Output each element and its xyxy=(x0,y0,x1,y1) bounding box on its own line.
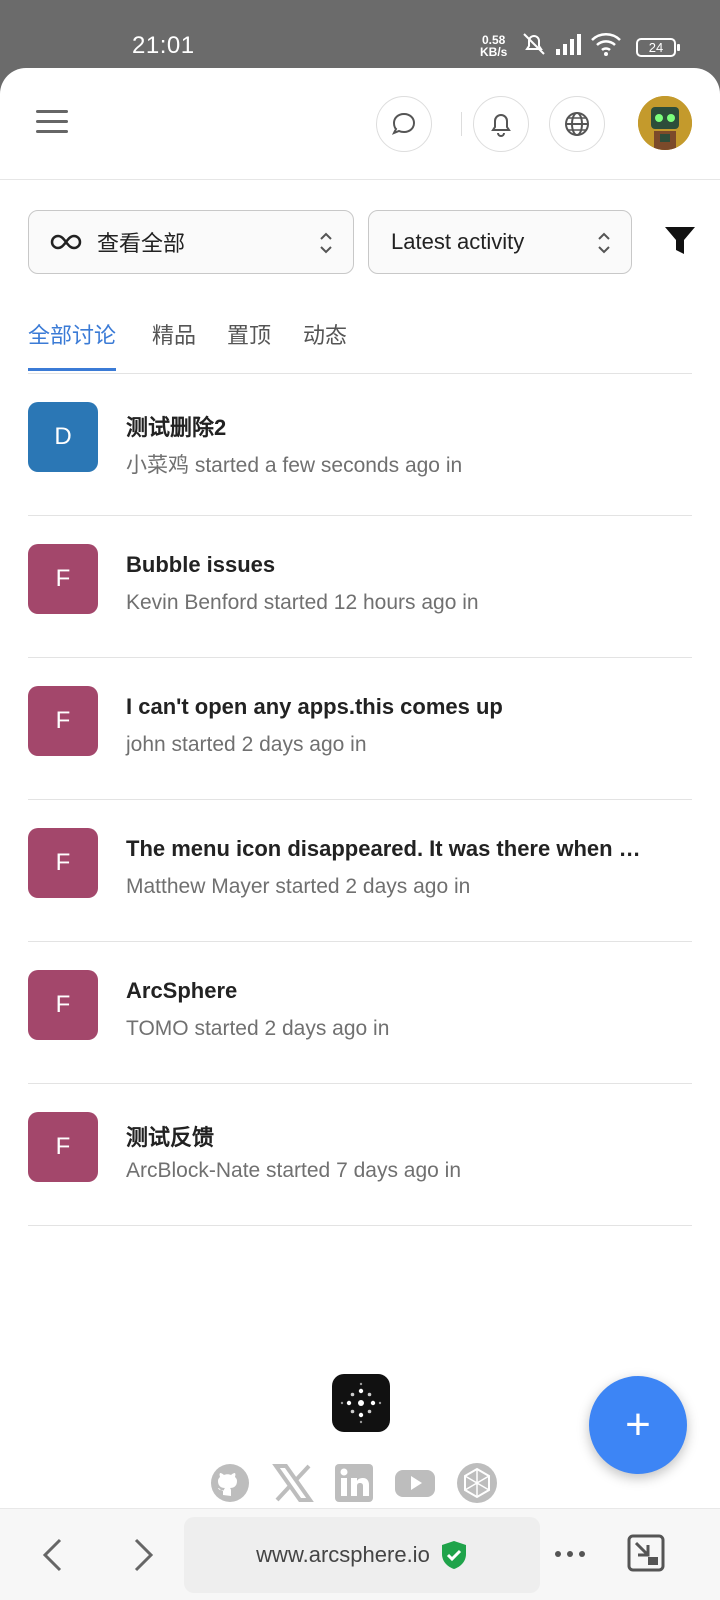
status-bar: 21:01 0.58 KB/s 24 xyxy=(0,0,720,68)
category-badge: F xyxy=(28,544,98,614)
network-rate: 0.58 KB/s xyxy=(480,33,508,59)
menu-icon[interactable] xyxy=(36,110,68,134)
mute-bell-icon xyxy=(523,33,545,55)
wifi-icon xyxy=(591,33,621,56)
arcblock-icon[interactable] xyxy=(456,1462,498,1504)
discussion-meta: ArcBlock-Nate started 7 days ago in xyxy=(126,1159,461,1182)
bell-icon xyxy=(491,114,511,137)
discussion-meta: 小菜鸡 started a few seconds ago in xyxy=(126,454,463,477)
tab-featured[interactable]: 精品 xyxy=(152,318,196,368)
discussion-tabs: 全部讨论 精品 置顶 动态 xyxy=(28,312,692,374)
tab-all-discussions[interactable]: 全部讨论 xyxy=(28,318,117,371)
url-text: www.arcsphere.io xyxy=(256,1542,430,1567)
status-icons xyxy=(520,30,622,58)
youtube-icon[interactable] xyxy=(394,1462,436,1504)
infinity-icon xyxy=(50,234,82,250)
chat-button[interactable] xyxy=(376,96,432,152)
discussion-title[interactable]: Bubble issues xyxy=(126,552,686,578)
forward-arrow-icon[interactable] xyxy=(130,1537,156,1573)
chat-icon xyxy=(391,112,416,135)
discussion-title[interactable]: 测试删除2 xyxy=(126,410,686,442)
sort-select-label: Latest activity xyxy=(391,229,525,254)
list-item[interactable]: F ArcSphere TOMO started 2 days ago in xyxy=(28,942,692,1084)
list-item[interactable]: D 测试删除2 小菜鸡 started a few seconds ago in xyxy=(28,374,692,516)
list-item[interactable]: F Bubble issues Kevin Benford started 12… xyxy=(28,516,692,658)
category-badge: F xyxy=(28,1112,98,1182)
browser-toolbar: www.arcsphere.io xyxy=(0,1508,720,1600)
language-button[interactable] xyxy=(549,96,605,152)
notifications-button[interactable] xyxy=(473,96,529,152)
plus-icon: + xyxy=(625,1400,651,1449)
arcsphere-logo-icon xyxy=(332,1374,390,1432)
shield-check-icon xyxy=(441,1541,466,1569)
discussion-meta: Matthew Mayer started 2 days ago in xyxy=(126,875,471,898)
list-item[interactable]: F 测试反馈 ArcBlock-Nate started 7 days ago … xyxy=(28,1084,692,1226)
filter-icon[interactable] xyxy=(664,224,696,258)
minimize-window-icon[interactable] xyxy=(626,1533,666,1573)
linkedin-icon[interactable] xyxy=(333,1462,375,1504)
discussion-meta: john started 2 days ago in xyxy=(126,733,367,756)
chevron-updown-icon xyxy=(598,232,610,254)
address-bar[interactable]: www.arcsphere.io xyxy=(184,1517,540,1593)
scope-select[interactable]: 查看全部 xyxy=(28,210,354,274)
discussion-title[interactable]: ArcSphere xyxy=(126,978,686,1004)
discussion-title[interactable]: I can't open any apps.this comes up xyxy=(126,694,686,720)
clock: 21:01 xyxy=(132,32,195,59)
battery-icon: 24 xyxy=(636,38,680,57)
category-badge: F xyxy=(28,686,98,756)
tab-activity[interactable]: 动态 xyxy=(303,318,347,368)
app-sheet: 查看全部 Latest activity 全部讨论 精品 置顶 动态 D 测试删… xyxy=(0,68,720,1600)
back-arrow-icon[interactable] xyxy=(40,1537,66,1573)
globe-icon xyxy=(565,112,589,136)
discussion-title[interactable]: The menu icon disappeared. It was there … xyxy=(126,836,686,862)
discussion-meta: TOMO started 2 days ago in xyxy=(126,1017,390,1040)
top-header xyxy=(0,68,720,180)
list-item[interactable]: F I can't open any apps.this comes up jo… xyxy=(28,658,692,800)
tab-pinned[interactable]: 置顶 xyxy=(227,318,271,368)
discussion-meta: Kevin Benford started 12 hours ago in xyxy=(126,591,479,614)
github-icon[interactable] xyxy=(209,1462,251,1504)
chevron-updown-icon xyxy=(320,232,332,254)
sort-select[interactable]: Latest activity xyxy=(368,210,632,274)
robot-avatar-icon xyxy=(638,96,692,150)
new-discussion-button[interactable]: + xyxy=(589,1376,687,1474)
category-badge: F xyxy=(28,970,98,1040)
x-icon[interactable] xyxy=(272,1462,314,1504)
header-divider xyxy=(461,112,462,136)
category-badge: D xyxy=(28,402,98,472)
more-dots-icon[interactable] xyxy=(554,1549,586,1559)
discussion-title[interactable]: 测试反馈 xyxy=(126,1120,686,1152)
signal-icon xyxy=(556,34,581,55)
discussion-list: D 测试删除2 小菜鸡 started a few seconds ago in… xyxy=(28,374,692,1226)
list-item[interactable]: F The menu icon disappeared. It was ther… xyxy=(28,800,692,942)
scope-select-label: 查看全部 xyxy=(97,231,186,256)
category-badge: F xyxy=(28,828,98,898)
avatar[interactable] xyxy=(638,96,692,150)
